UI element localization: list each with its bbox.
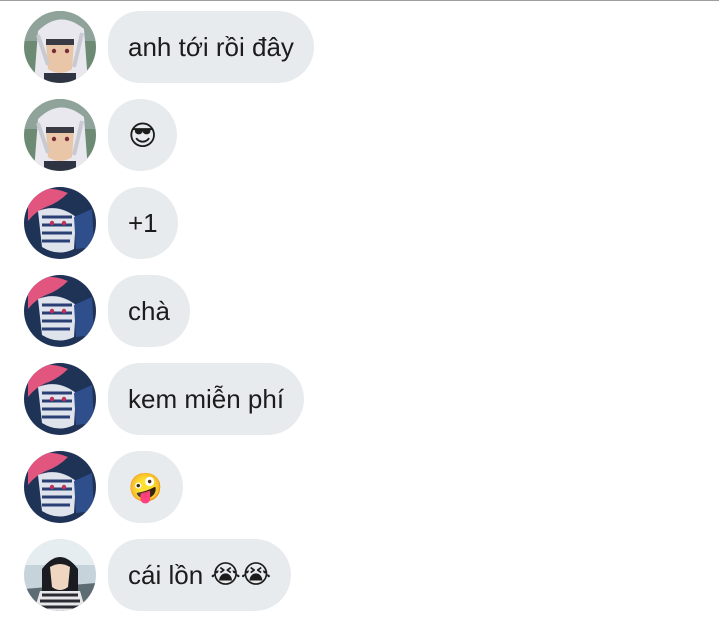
sunglasses-emoji-icon: 😎 (128, 118, 158, 152)
message-text: cái lồn (128, 559, 211, 590)
message-text: +1 (128, 207, 158, 238)
message-bubble[interactable]: cái lồn 😭😭 (108, 539, 292, 611)
white-hair-character-avatar[interactable] (24, 11, 96, 83)
message-row: 😎 (24, 99, 178, 171)
message-text: kem miễn phí (128, 383, 285, 414)
message-row: +1 (24, 187, 178, 259)
pink-hair-character-avatar[interactable] (24, 275, 96, 347)
message-row: cái lồn 😭😭 (24, 539, 292, 611)
pink-hair-character-avatar[interactable] (24, 363, 96, 435)
dark-hair-character-avatar[interactable] (24, 539, 96, 611)
zany-face-emoji-icon: 🤪 (128, 470, 163, 504)
message-bubble[interactable]: kem miễn phí (108, 363, 305, 435)
message-row: kem miễn phí (24, 363, 305, 435)
message-bubble[interactable]: +1 (108, 187, 178, 259)
message-row: 🤪 (24, 451, 183, 523)
message-bubble[interactable]: 🤪 (108, 451, 183, 523)
message-text: anh tới rồi đây (128, 31, 294, 62)
message-bubble[interactable]: 😎 (108, 99, 178, 171)
chat-message-list: anh tới rồi đây 😎 +1 chà kem miễn phí 🤪 … (0, 0, 719, 623)
message-text: chà (128, 295, 170, 326)
pink-hair-character-avatar[interactable] (24, 187, 96, 259)
message-row: chà (24, 275, 190, 347)
message-row: anh tới rồi đây (24, 11, 314, 83)
white-hair-character-avatar[interactable] (24, 99, 96, 171)
pink-hair-character-avatar[interactable] (24, 451, 96, 523)
message-bubble[interactable]: chà (108, 275, 190, 347)
message-bubble[interactable]: anh tới rồi đây (108, 11, 314, 83)
loudly-crying-emoji-icon: 😭😭 (210, 560, 272, 590)
